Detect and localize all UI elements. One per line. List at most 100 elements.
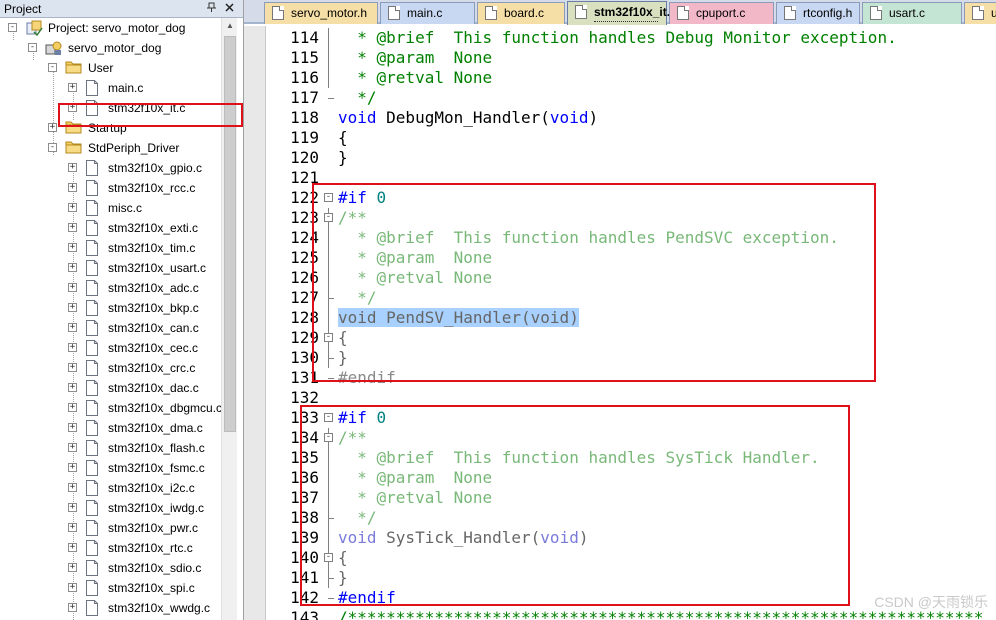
tab-stm32f10x-it-c[interactable]: stm32f10x_it.c: [567, 1, 677, 25]
tree-item[interactable]: + stm32f10x_bkp.c: [0, 298, 236, 318]
expand-icon[interactable]: +: [68, 483, 77, 492]
tree-item[interactable]: + stm32f10x_crc.c: [0, 358, 236, 378]
project-panel-title: Project: [4, 2, 42, 16]
expand-icon[interactable]: +: [68, 443, 77, 452]
expand-icon[interactable]: +: [68, 503, 77, 512]
tab-servo-motor-h[interactable]: servo_motor.h: [264, 2, 378, 24]
code-token: {: [338, 128, 348, 147]
tree-item-label: stm32f10x_dma.c: [108, 421, 203, 435]
code-line: void DebugMon_Handler(void): [338, 108, 598, 128]
expand-icon[interactable]: +: [68, 183, 77, 192]
tree-item-label: stm32f10x_sdio.c: [108, 561, 202, 575]
folder-icon: [65, 60, 82, 79]
pin-icon[interactable]: [205, 2, 218, 15]
file-icon: [784, 6, 796, 20]
code-token: void: [338, 108, 377, 127]
expand-icon[interactable]: +: [68, 243, 77, 252]
tree-item[interactable]: + stm32f10x_exti.c: [0, 218, 236, 238]
collapse-icon[interactable]: -: [48, 63, 57, 72]
editor-gutter: [244, 26, 266, 620]
close-icon[interactable]: [223, 2, 236, 15]
tree-item-label: main.c: [108, 81, 144, 95]
tree-item[interactable]: + stm32f10x_flash.c: [0, 438, 236, 458]
tree-item-label: StdPeriph_Driver: [88, 141, 180, 155]
expand-icon[interactable]: +: [68, 263, 77, 272]
collapse-icon[interactable]: -: [8, 23, 17, 32]
tab-label: main.c: [407, 6, 443, 20]
tab-label: usart.c: [889, 6, 926, 20]
tree-item[interactable]: + stm32f10x_fsmc.c: [0, 458, 236, 478]
tab-label: cpuport.c: [696, 6, 746, 20]
tree-item[interactable]: + stm32f10x_dma.c: [0, 418, 236, 438]
tree-item[interactable]: + misc.c: [0, 198, 236, 218]
collapse-icon[interactable]: -: [28, 43, 37, 52]
tree-item-label: stm32f10x_spi.c: [108, 581, 195, 595]
tree-item[interactable]: + stm32f10x_wwdg.c: [0, 598, 236, 618]
expand-icon[interactable]: +: [68, 523, 77, 532]
tree-item-label: stm32f10x_adc.c: [108, 281, 199, 295]
tree-item[interactable]: + stm32f10x_spi.c: [0, 578, 236, 598]
tree-item[interactable]: + stm32f10x_i2c.c: [0, 478, 236, 498]
tree-item[interactable]: + stm32f10x_dac.c: [0, 378, 236, 398]
tree-item-label: stm32f10x_rcc.c: [108, 181, 196, 195]
tree-item[interactable]: + stm32f10x_rcc.c: [0, 178, 236, 198]
tree-item[interactable]: - Project: servo_motor_dog: [0, 18, 236, 38]
tree-item-label: stm32f10x_i2c.c: [108, 481, 195, 495]
tree-item-label: stm32f10x_pwr.c: [108, 521, 199, 535]
expand-icon[interactable]: +: [68, 223, 77, 232]
expand-icon[interactable]: +: [68, 603, 77, 612]
tree-item-label: misc.c: [108, 201, 142, 215]
expand-icon[interactable]: +: [68, 323, 77, 332]
tree-item-label: stm32f10x_can.c: [108, 321, 199, 335]
tree-item[interactable]: + stm32f10x_iwdg.c: [0, 498, 236, 518]
expand-icon[interactable]: +: [68, 563, 77, 572]
expand-icon[interactable]: +: [68, 163, 77, 172]
tree-item[interactable]: + stm32f10x_gpio.c: [0, 158, 236, 178]
tree-item[interactable]: - StdPeriph_Driver: [0, 138, 236, 158]
tree-item[interactable]: - User: [0, 58, 236, 78]
expand-icon[interactable]: +: [68, 583, 77, 592]
tree-item[interactable]: + stm32f10x_tim.c: [0, 238, 236, 258]
file-icon: [870, 6, 882, 20]
tree-item-label: stm32f10x_rtc.c: [108, 541, 193, 555]
tab-usart-h[interactable]: usart.h: [964, 2, 996, 24]
tab-board-c[interactable]: board.c: [477, 2, 565, 24]
expand-icon[interactable]: +: [68, 423, 77, 432]
tree-item[interactable]: + stm32f10x_pwr.c: [0, 518, 236, 538]
code-token: ): [588, 108, 599, 127]
tree-item[interactable]: + main.c: [0, 78, 236, 98]
code-token: void: [549, 108, 589, 127]
tree-item[interactable]: + stm32f10x_usart.c: [0, 258, 236, 278]
scroll-thumb[interactable]: [224, 36, 236, 432]
expand-icon[interactable]: +: [68, 463, 77, 472]
expand-icon[interactable]: +: [68, 283, 77, 292]
tree-item[interactable]: + stm32f10x_cec.c: [0, 338, 236, 358]
expand-icon[interactable]: +: [68, 203, 77, 212]
tab-cpuport-c[interactable]: cpuport.c: [669, 2, 774, 24]
tree-item[interactable]: + stm32f10x_dbgmcu.c: [0, 398, 236, 418]
expand-icon[interactable]: +: [68, 403, 77, 412]
tree-item[interactable]: + stm32f10x_sdio.c: [0, 558, 236, 578]
tab-rtconfig-h[interactable]: rtconfig.h: [776, 2, 860, 24]
expand-icon[interactable]: +: [48, 123, 57, 132]
code-token: DebugMon_Handler(: [376, 108, 550, 127]
tree-item[interactable]: + stm32f10x_rtc.c: [0, 538, 236, 558]
tree-item[interactable]: + stm32f10x_can.c: [0, 318, 236, 338]
tree-item-label: stm32f10x_cec.c: [108, 341, 199, 355]
expand-icon[interactable]: +: [68, 343, 77, 352]
tree-item-label: stm32f10x_wwdg.c: [108, 601, 211, 615]
expand-icon[interactable]: +: [68, 303, 77, 312]
tree-item[interactable]: - servo_motor_dog: [0, 38, 236, 58]
tab-usart-c[interactable]: usart.c: [862, 2, 962, 24]
tree-item[interactable]: + stm32f10x_adc.c: [0, 278, 236, 298]
code-line: }: [338, 148, 348, 168]
collapse-icon[interactable]: -: [48, 143, 57, 152]
expand-icon[interactable]: +: [68, 543, 77, 552]
tab-label: stm32f10x_it.c: [594, 5, 677, 19]
tab-main-c[interactable]: main.c: [380, 2, 475, 24]
expand-icon[interactable]: +: [68, 383, 77, 392]
expand-icon[interactable]: +: [68, 363, 77, 372]
code-token: * @retval None: [338, 68, 493, 87]
expand-icon[interactable]: +: [68, 83, 77, 92]
scroll-up-arrow-icon[interactable]: ▲: [222, 18, 238, 34]
